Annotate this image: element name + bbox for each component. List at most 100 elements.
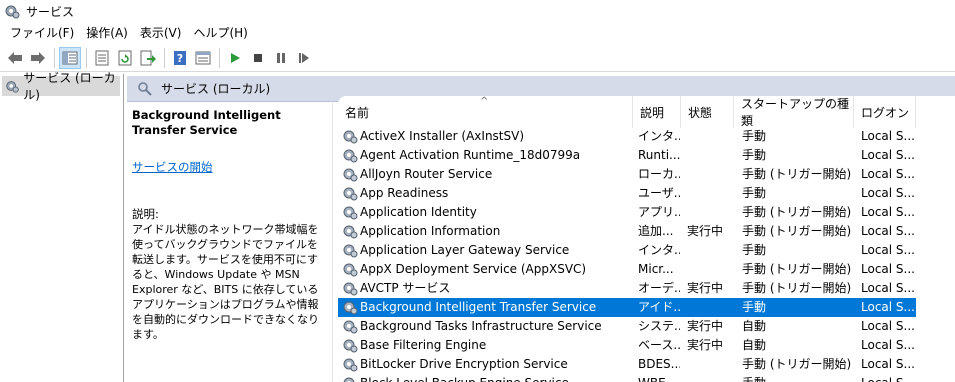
column-label: ログオン (861, 105, 910, 120)
stop-icon[interactable] (247, 47, 269, 69)
service-gear-icon (342, 375, 359, 382)
service-startup-type: 手動 (トリガー開始) (742, 205, 852, 219)
services-list: ^ 名前 説明 状態 スタートアップの種類 ログオン ActiveX Insta… (338, 96, 955, 382)
service-name: Application Layer Gateway Service (360, 243, 570, 257)
service-gear-icon (342, 280, 359, 297)
service-description: Micr... (638, 262, 674, 276)
service-row[interactable]: Application Information 追加... 実行中 手動 (トリガー開… (338, 222, 916, 241)
service-name: Application Information (360, 224, 501, 238)
services-gear-icon (6, 81, 19, 93)
start-service-link[interactable]: サービスの開始 (132, 160, 213, 175)
service-row[interactable]: ActiveX Installer (AxInstSV) インタ... 手動 Loca… (338, 127, 916, 146)
service-startup-type: 手動 (トリガー開始) (742, 262, 852, 276)
service-gear-icon (342, 299, 359, 316)
service-logon: Local S... (861, 243, 915, 257)
refresh-icon[interactable] (114, 47, 136, 69)
service-logon: Local S... (861, 224, 915, 238)
service-row[interactable]: BitLocker Drive Encryption Service BDES..… (338, 355, 916, 374)
service-title: Background Intelligent Transfer Service (132, 108, 281, 137)
service-startup-type: 自動 (742, 319, 767, 333)
service-gear-icon (342, 242, 359, 259)
svg-text:?: ? (177, 52, 183, 65)
menu-file[interactable]: ファイル(F) (4, 23, 80, 43)
service-logon: Local S... (861, 338, 915, 352)
service-description: アイド... (638, 300, 680, 314)
service-logon: Local S... (861, 262, 915, 276)
service-status (687, 355, 733, 374)
service-description: 追加... (638, 224, 674, 238)
window-title: サービス (26, 4, 75, 19)
toolbar-separator (164, 47, 165, 68)
service-startup-type: 手動 (トリガー開始) (742, 281, 852, 295)
column-header-status[interactable]: 状態 (681, 96, 734, 128)
service-description: ユーザ... (638, 186, 680, 200)
help-icon[interactable]: ? (169, 47, 191, 69)
column-header-logon[interactable]: ログオン (854, 96, 916, 128)
service-logon: Local S... (861, 186, 915, 200)
service-gear-icon (342, 318, 359, 335)
service-row[interactable]: App Readiness ユーザ... 手動 Local S... (338, 184, 916, 203)
service-description: インタ... (638, 243, 680, 257)
service-description: アプリ... (638, 205, 680, 219)
service-startup-type: 手動 (742, 148, 767, 162)
back-arrow-icon[interactable] (4, 47, 26, 69)
service-gear-icon (342, 261, 359, 278)
column-header-startup-type[interactable]: スタートアップの種類 (734, 96, 854, 128)
service-status: 実行中 (687, 338, 724, 352)
service-row[interactable]: Agent Activation Runtime_18d0799a Runti..… (338, 146, 916, 165)
toolbar-separator (86, 47, 87, 68)
service-name: Agent Activation Runtime_18d0799a (360, 148, 581, 162)
service-description: ベース... (638, 338, 680, 352)
service-row[interactable]: Application Identity アプリ... 手動 (トリガー開始) Loc… (338, 203, 916, 222)
column-header-description[interactable]: 説明 (633, 96, 681, 128)
menu-help[interactable]: ヘルプ(H) (187, 23, 253, 43)
service-logon: Local S... (861, 129, 915, 143)
service-status (687, 374, 733, 382)
sort-ascending-icon: ^ (480, 96, 489, 107)
service-logon: Local S... (861, 319, 915, 333)
service-row[interactable]: AppX Deployment Service (AppXSVC) Micr...… (338, 260, 916, 279)
service-gear-icon (342, 128, 359, 145)
pause-icon[interactable] (270, 47, 292, 69)
service-status: 実行中 (687, 281, 724, 295)
description-panel: Background Intelligent Transfer Service … (127, 103, 333, 382)
service-logon: Local S... (861, 374, 916, 382)
view-icon[interactable] (192, 47, 214, 69)
service-startup-type: 自動 (742, 338, 767, 352)
service-startup-type: 手動 (742, 243, 767, 257)
service-row[interactable]: Background Tasks Infrastructure Service シ… (338, 317, 916, 336)
menu-bar: ファイル(F) 操作(A) 表示(V) ヘルプ(H) (0, 22, 955, 44)
service-row[interactable]: Application Layer Gateway Service インタ... 手… (338, 241, 916, 260)
service-row[interactable]: AllJoyn Router Service ローカ... 手動 (トリガー開始) L… (338, 165, 916, 184)
service-row[interactable]: Base Filtering Engine ベース... 実行中 自動 Local S.… (338, 336, 916, 355)
menu-view[interactable]: 表示(V) (134, 23, 188, 43)
service-row[interactable]: AVCTP サービス オーデ... 実行中 手動 (トリガー開始) Local S... (338, 279, 916, 298)
forward-arrow-icon[interactable] (27, 47, 49, 69)
service-row[interactable]: Background Intelligent Transfer Service ア… (338, 298, 916, 317)
service-gear-icon (342, 185, 359, 202)
service-gear-icon (342, 356, 359, 373)
restart-icon[interactable] (293, 47, 315, 69)
service-logon: Local S... (861, 205, 915, 219)
toolbar-separator (54, 47, 55, 68)
service-logon: Local S... (861, 300, 915, 314)
service-description: BDES... (638, 357, 680, 371)
properties-icon[interactable] (91, 47, 113, 69)
service-row[interactable]: Block Level Backup Engine Service WBE... 手… (338, 374, 916, 382)
service-gear-icon (342, 223, 359, 240)
toolbar-separator (219, 47, 220, 68)
tree-item-services-local[interactable]: サービス (ローカル) (2, 71, 120, 102)
console-tree-icon[interactable] (59, 46, 81, 69)
service-gear-icon (342, 337, 359, 354)
service-status (687, 260, 733, 279)
play-icon[interactable] (224, 47, 246, 69)
column-header-name[interactable]: ^ 名前 (338, 96, 633, 128)
menu-action[interactable]: 操作(A) (80, 23, 134, 43)
service-startup-type: 手動 (742, 186, 767, 200)
service-logon: Local S... (861, 167, 915, 181)
export-icon[interactable] (137, 47, 159, 69)
service-status (687, 298, 733, 317)
gear-icon (5, 5, 20, 19)
service-logon: Local S... (861, 281, 915, 295)
service-name: Base Filtering Engine (360, 338, 487, 352)
